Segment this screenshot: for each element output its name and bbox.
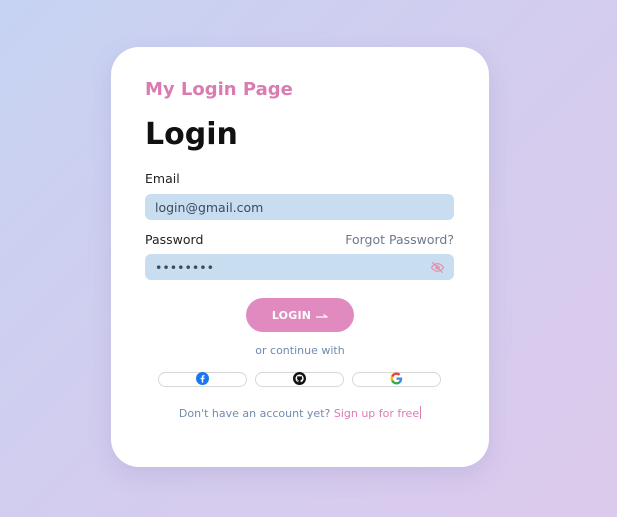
password-field-wrapper: [145, 254, 454, 280]
login-button[interactable]: LOGIN: [246, 298, 354, 332]
signup-link[interactable]: Sign up for free: [334, 407, 419, 420]
github-login-button[interactable]: [255, 372, 344, 387]
email-field[interactable]: [155, 199, 444, 215]
login-card: My Login Page Login Email Password Forgo…: [111, 47, 489, 467]
continue-with-text: or continue with: [255, 344, 345, 357]
password-label: Password: [145, 232, 204, 247]
eye-icon[interactable]: [430, 260, 444, 274]
google-login-button[interactable]: [352, 372, 441, 387]
github-icon: [293, 370, 306, 389]
signup-question: Don't have an account yet?: [178, 407, 331, 420]
facebook-login-button[interactable]: [158, 372, 247, 387]
signup-prompt: Don't have an account yet? Sign up for f…: [111, 406, 489, 420]
google-icon: [390, 370, 403, 389]
page-title: Login: [145, 117, 238, 152]
forgot-password-link[interactable]: Forgot Password?: [345, 232, 454, 247]
email-label: Email: [145, 171, 180, 186]
login-button-label: LOGIN: [271, 308, 312, 322]
text-cursor: [420, 406, 422, 419]
arrow-right-icon: [316, 311, 328, 322]
email-field-wrapper: [145, 194, 454, 220]
brand-title: My Login Page: [145, 79, 293, 100]
facebook-icon: [196, 370, 209, 389]
password-field[interactable]: [155, 259, 430, 275]
